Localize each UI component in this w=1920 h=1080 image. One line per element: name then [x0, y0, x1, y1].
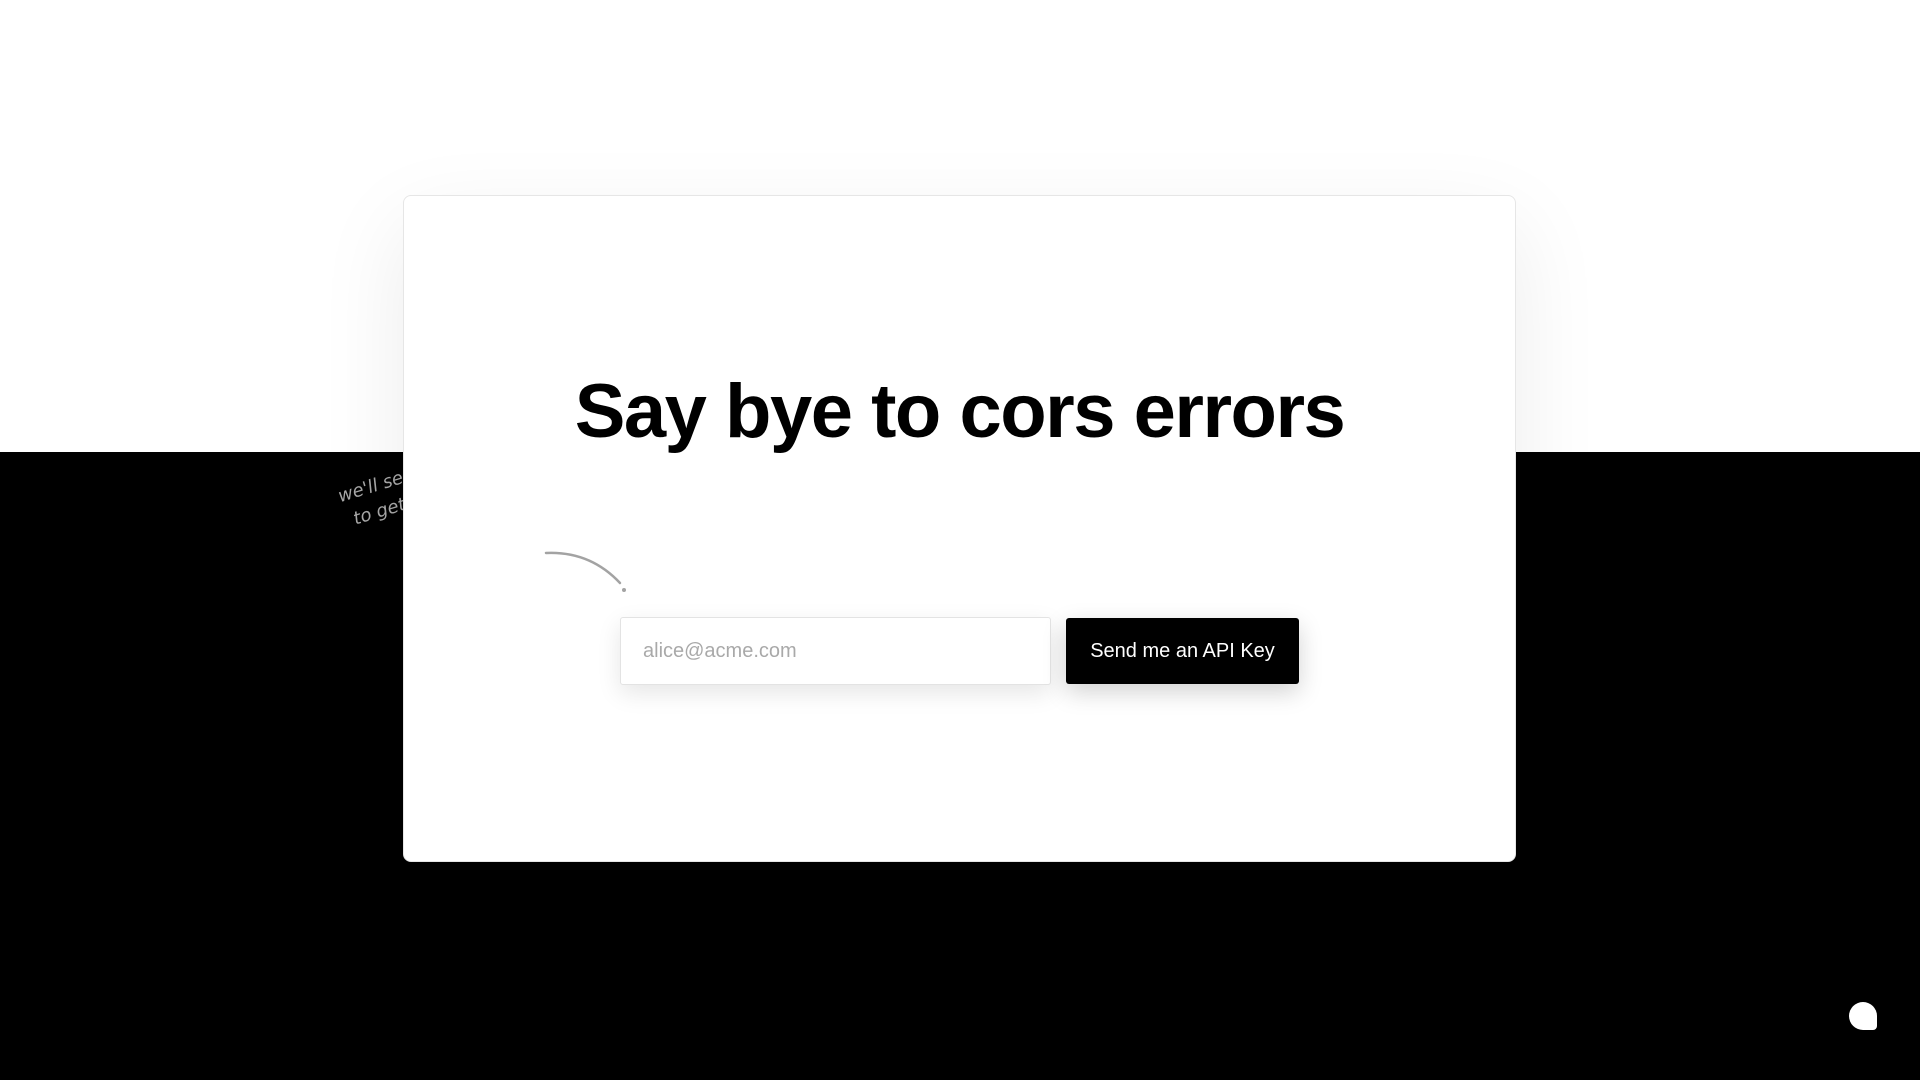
chat-bubble-icon[interactable]	[1849, 1002, 1877, 1030]
curved-arrow-icon	[544, 551, 626, 592]
send-api-key-button[interactable]: Send me an API Key	[1066, 618, 1299, 684]
page-title: Say bye to cors errors	[574, 369, 1346, 454]
hero-card: Say bye to cors errors Send me an API Ke…	[403, 195, 1516, 862]
email-input[interactable]	[620, 617, 1051, 685]
page: we'll send you an Api key to get started…	[0, 0, 1920, 1080]
